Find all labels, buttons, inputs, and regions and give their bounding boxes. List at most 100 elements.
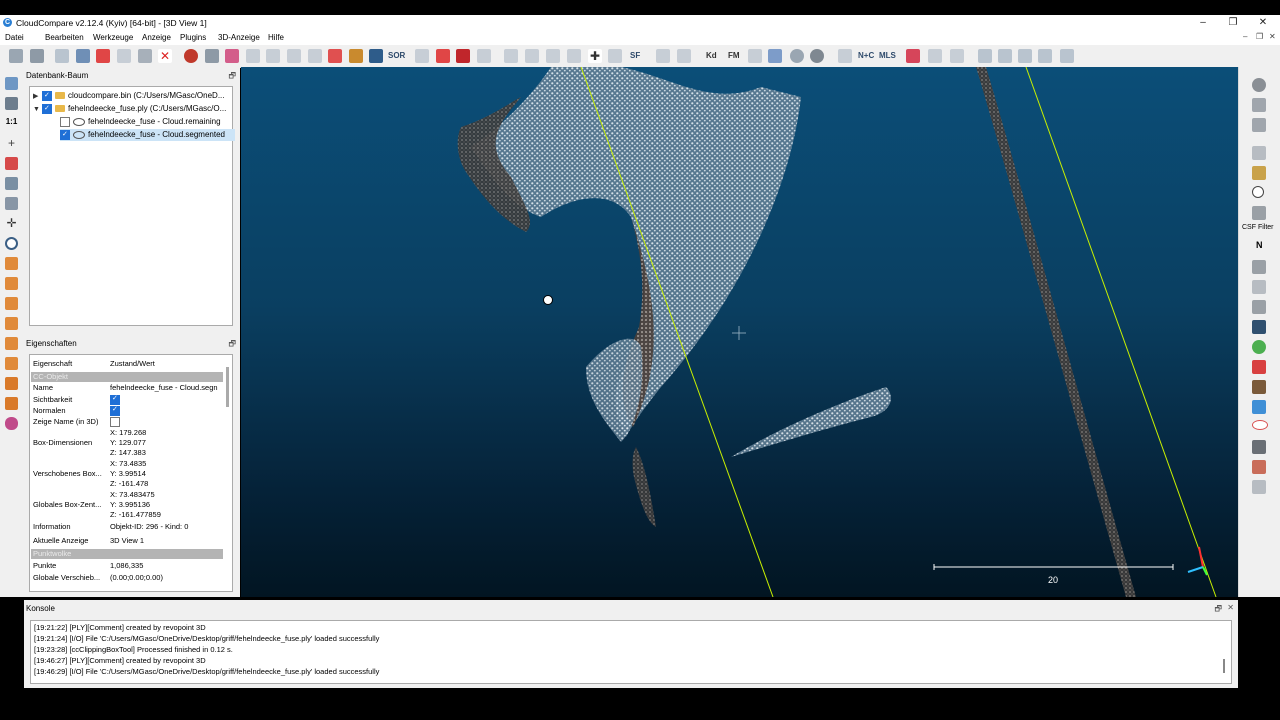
noise-filter-icon[interactable] bbox=[369, 49, 383, 63]
plugin-green-icon[interactable] bbox=[1252, 340, 1266, 354]
clone-icon[interactable] bbox=[55, 49, 69, 63]
view-right-icon[interactable] bbox=[5, 337, 18, 350]
show-name-checkbox[interactable] bbox=[110, 417, 120, 428]
plugin-cloud-icon[interactable] bbox=[1252, 260, 1266, 274]
mesh-tool-icon[interactable] bbox=[768, 49, 782, 63]
sphere-dark-icon[interactable] bbox=[810, 49, 824, 63]
nc-label[interactable]: N+C bbox=[858, 49, 874, 63]
sf-filter-icon[interactable] bbox=[546, 49, 560, 63]
plugin-scan-icon[interactable] bbox=[1252, 146, 1266, 160]
save-icon[interactable] bbox=[30, 49, 44, 63]
mls-label[interactable]: MLS bbox=[879, 49, 896, 63]
sf-arith-icon[interactable] bbox=[567, 49, 581, 63]
visibility-checkbox[interactable] bbox=[60, 116, 70, 127]
mdi-close-icon[interactable]: ✕ bbox=[1269, 32, 1276, 41]
view-bottom-icon[interactable] bbox=[5, 357, 18, 370]
plugin-shield-icon[interactable] bbox=[1252, 206, 1266, 220]
plugin-ransac-icon[interactable] bbox=[1252, 360, 1266, 374]
filter-icon[interactable] bbox=[205, 49, 219, 63]
rotate-icon[interactable] bbox=[5, 177, 18, 190]
mdi-minimize-icon[interactable]: – bbox=[1243, 32, 1247, 41]
sphere-icon[interactable] bbox=[790, 49, 804, 63]
delete-icon[interactable]: ✕ bbox=[158, 49, 172, 63]
mesh-icon[interactable] bbox=[246, 49, 260, 63]
plugin-tool-icon[interactable] bbox=[1252, 98, 1266, 112]
perspective-icon[interactable] bbox=[5, 197, 18, 210]
float-icon[interactable]: 🗗 bbox=[1214, 603, 1222, 617]
classify-icon[interactable] bbox=[677, 49, 691, 63]
plugin-mask-icon[interactable] bbox=[1252, 300, 1266, 314]
stereo-icon[interactable] bbox=[5, 417, 18, 430]
segment-icon[interactable] bbox=[96, 49, 110, 63]
align-icon[interactable] bbox=[308, 49, 322, 63]
view-top-icon[interactable] bbox=[5, 257, 18, 270]
plugin-n-label[interactable]: N bbox=[1256, 240, 1263, 250]
camera-icon[interactable] bbox=[5, 97, 18, 110]
register-icon[interactable] bbox=[287, 49, 301, 63]
normals-checkbox[interactable] bbox=[110, 405, 120, 417]
expand-icon[interactable]: ▶ bbox=[33, 91, 42, 103]
plugin-layers-icon[interactable] bbox=[1252, 400, 1266, 414]
cut-icon[interactable] bbox=[415, 49, 429, 63]
plugin-ellipse-icon[interactable] bbox=[1252, 420, 1268, 430]
display-icon[interactable] bbox=[5, 77, 18, 90]
csf-icon[interactable] bbox=[656, 49, 670, 63]
zoom-1-1-button[interactable]: 1:1 bbox=[5, 117, 18, 130]
minimize-icon[interactable]: – bbox=[1190, 16, 1216, 30]
menu-item-3d-anzeige[interactable]: 3D-Anzeige bbox=[218, 33, 260, 42]
view-back-icon[interactable] bbox=[5, 317, 18, 330]
visibility-checkbox[interactable] bbox=[110, 394, 120, 406]
plugin-nodes-icon[interactable] bbox=[1252, 280, 1266, 294]
histogram-icon[interactable] bbox=[504, 49, 518, 63]
merge-icon[interactable] bbox=[76, 49, 90, 63]
mdi-restore-icon[interactable]: ❐ bbox=[1256, 32, 1263, 41]
visibility-checkbox[interactable] bbox=[42, 90, 52, 102]
close-icon[interactable]: ✕ bbox=[1250, 16, 1276, 30]
menu-item-plugins[interactable]: Plugins bbox=[180, 33, 206, 42]
view-front-icon[interactable] bbox=[5, 277, 18, 290]
visibility-checkbox[interactable] bbox=[42, 103, 52, 115]
move-icon[interactable] bbox=[436, 49, 450, 63]
view-iso2-icon[interactable] bbox=[5, 397, 18, 410]
sf-gradient-icon[interactable] bbox=[525, 49, 539, 63]
plugin-brush-icon[interactable] bbox=[1252, 166, 1266, 180]
plugin-red-icon[interactable] bbox=[906, 49, 920, 63]
sf-label[interactable]: SF bbox=[630, 49, 640, 63]
sample-points-icon[interactable] bbox=[184, 49, 198, 63]
tree-item-ply[interactable]: ▼ fehelndeecke_fuse.ply (C:/Users/MGasc/O… bbox=[33, 103, 226, 115]
plugin-pcv-icon[interactable] bbox=[1252, 320, 1266, 334]
open-icon[interactable] bbox=[9, 49, 23, 63]
plugin-icon-1[interactable] bbox=[928, 49, 942, 63]
visibility-checkbox[interactable] bbox=[60, 129, 70, 141]
distance-icon[interactable] bbox=[266, 49, 280, 63]
plugin-gauge-icon[interactable] bbox=[1252, 78, 1266, 92]
tree-item-bin[interactable]: ▶ cloudcompare.bin (C:/Users/MGasc/OneD..… bbox=[33, 90, 225, 102]
normals-icon[interactable] bbox=[838, 49, 852, 63]
plugin-gear-icon[interactable] bbox=[1252, 380, 1266, 394]
kd-label[interactable]: Kd bbox=[706, 49, 717, 63]
properties-scrollbar[interactable] bbox=[226, 367, 229, 407]
scale-icon[interactable] bbox=[456, 49, 470, 63]
remove-sf-icon[interactable] bbox=[608, 49, 622, 63]
collapse-icon[interactable]: ▼ bbox=[33, 104, 42, 116]
plugin-icon-4[interactable] bbox=[998, 49, 1012, 63]
menu-item-werkzeuge[interactable]: Werkzeuge bbox=[93, 33, 133, 42]
plugin-hand-icon[interactable] bbox=[1252, 460, 1266, 474]
plugin-icon-6[interactable] bbox=[1038, 49, 1052, 63]
3d-viewport[interactable]: 20 bbox=[241, 67, 1238, 597]
tree-item-segmented[interactable]: fehelndeecke_fuse - Cloud.segmented bbox=[60, 129, 235, 141]
color-icon[interactable] bbox=[328, 49, 342, 63]
plugin-icon-7[interactable] bbox=[1060, 49, 1074, 63]
octree-icon[interactable] bbox=[748, 49, 762, 63]
plugin-icon-3[interactable] bbox=[978, 49, 992, 63]
menu-item-bearbeiten[interactable]: Bearbeiten bbox=[45, 33, 84, 42]
subsample-icon[interactable] bbox=[225, 49, 239, 63]
plugin-grid-icon[interactable] bbox=[1252, 118, 1266, 132]
auto-pivot-icon[interactable] bbox=[5, 157, 18, 170]
menu-item-anzeige[interactable]: Anzeige bbox=[142, 33, 171, 42]
menu-item-datei[interactable]: Datei bbox=[5, 33, 24, 42]
translate-view-icon[interactable]: ✛ bbox=[5, 217, 18, 230]
pick-icon[interactable] bbox=[477, 49, 491, 63]
view-left-icon[interactable] bbox=[5, 297, 18, 310]
crop-icon[interactable] bbox=[117, 49, 131, 63]
